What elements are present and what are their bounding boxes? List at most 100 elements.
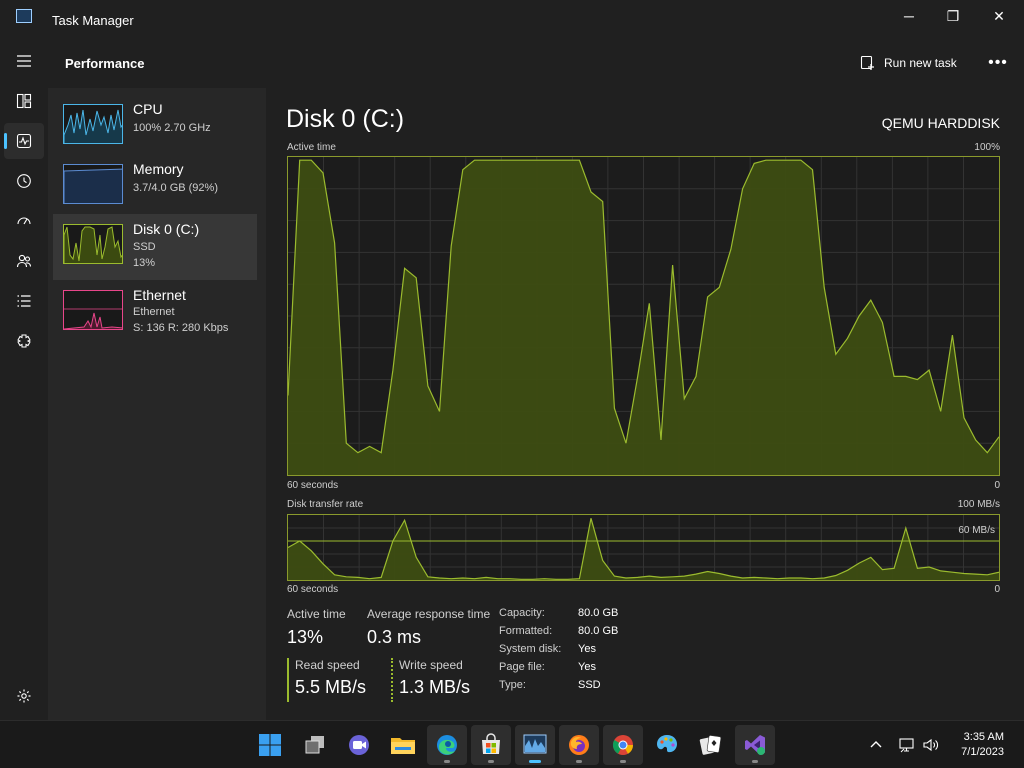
running-indicator xyxy=(576,760,582,763)
run-new-task-label: Run new task xyxy=(884,56,957,70)
disk-model: QEMU HARDDISK xyxy=(881,115,1000,131)
active-time-plot xyxy=(288,157,999,475)
cpu-thumbnail-graph xyxy=(63,104,123,144)
active-graph-x-right: 0 xyxy=(994,480,1000,491)
system-disk-value: Yes xyxy=(578,643,596,655)
memory-name: Memory xyxy=(133,161,184,177)
active-time-max-label: 100% xyxy=(974,142,1000,153)
read-speed-indicator xyxy=(287,658,289,702)
minimize-button[interactable]: ─ xyxy=(886,0,932,32)
resource-item-memory[interactable]: Memory 3.7/4.0 GB (92%) xyxy=(53,154,257,220)
formatted-value: 80.0 GB xyxy=(578,625,619,637)
visual-studio-icon[interactable] xyxy=(735,725,775,765)
users-icon[interactable] xyxy=(4,243,44,279)
active-time-graph-label: Active time xyxy=(287,142,336,153)
resource-list: CPU 100% 2.70 GHz Memory 3.7/4.0 GB (92%… xyxy=(48,88,266,720)
transfer-rate-graph-label: Disk transfer rate xyxy=(287,499,364,510)
active-graph-x-left: 60 seconds xyxy=(287,480,339,491)
close-button[interactable]: ✕ xyxy=(976,0,1022,32)
capacity-label: Capacity: xyxy=(499,607,545,619)
task-view-icon[interactable] xyxy=(295,725,335,765)
more-options-button[interactable]: ••• xyxy=(984,50,1012,76)
volume-icon[interactable] xyxy=(921,735,941,755)
performance-icon[interactable] xyxy=(4,123,44,159)
type-value: SSD xyxy=(578,679,601,691)
cpu-usage: 100% 2.70 GHz xyxy=(133,122,211,134)
task-manager-app-icon xyxy=(16,9,32,23)
app-history-icon[interactable] xyxy=(4,163,44,199)
chrome-icon[interactable] xyxy=(603,725,643,765)
transfer-graph-x-left: 60 seconds xyxy=(287,584,339,595)
chat-icon[interactable] xyxy=(339,725,379,765)
clock-date: 7/1/2023 xyxy=(961,746,1004,758)
firefox-icon[interactable] xyxy=(559,725,599,765)
run-new-task-button[interactable]: Run new task xyxy=(860,50,957,76)
system-disk-label: System disk: xyxy=(499,643,562,655)
title-bar: Task Manager ─ ❐ ✕ xyxy=(0,0,1024,38)
hamburger-menu-icon[interactable] xyxy=(4,43,44,79)
maximize-button[interactable]: ❐ xyxy=(930,0,976,32)
navigation-rail xyxy=(0,38,48,720)
taskbar: 3:35 AM 7/1/2023 xyxy=(0,720,1024,768)
system-clock[interactable]: 3:35 AM 7/1/2023 xyxy=(961,730,1004,760)
ethernet-name: Ethernet xyxy=(133,287,186,303)
memory-thumbnail-graph xyxy=(63,164,123,204)
clock-time: 3:35 AM xyxy=(963,731,1004,743)
disk-type: SSD xyxy=(133,241,156,253)
write-speed-label: Write speed xyxy=(399,658,463,672)
running-indicator xyxy=(752,760,758,763)
start-windows-icon[interactable] xyxy=(250,725,290,765)
disk-title: Disk 0 (C:) xyxy=(286,105,405,133)
task-manager-icon[interactable] xyxy=(515,725,555,765)
transfer-rate-graph: 60 MB/s xyxy=(287,514,1000,581)
page-title: Performance xyxy=(65,56,145,71)
memory-usage: 3.7/4.0 GB (92%) xyxy=(133,182,218,194)
microsoft-store-icon[interactable] xyxy=(471,725,511,765)
active-time-stat-value: 13% xyxy=(287,627,324,647)
running-indicator xyxy=(620,760,626,763)
window-title: Task Manager xyxy=(52,13,134,28)
transfer-graph-x-right: 0 xyxy=(994,584,1000,595)
cpu-name: CPU xyxy=(133,101,163,117)
solitaire-icon[interactable] xyxy=(691,725,731,765)
capacity-value: 80.0 GB xyxy=(578,607,619,619)
transfer-ref-label: 60 MB/s xyxy=(958,525,995,536)
resource-item-disk[interactable]: Disk 0 (C:) SSD 13% xyxy=(53,214,257,280)
formatted-label: Formatted: xyxy=(499,625,553,637)
active-time-stat-label: Active time xyxy=(287,607,346,621)
write-speed-indicator xyxy=(391,658,393,702)
settings-gear-icon[interactable] xyxy=(4,678,44,714)
active-time-graph xyxy=(287,156,1000,476)
running-indicator xyxy=(444,760,450,763)
active-indicator xyxy=(529,760,541,763)
network-icon[interactable] xyxy=(897,735,917,755)
transfer-rate-plot xyxy=(288,515,999,580)
page-file-value: Yes xyxy=(578,661,596,673)
startup-apps-icon[interactable] xyxy=(4,203,44,239)
disk-thumbnail-graph xyxy=(63,224,123,264)
avg-response-stat-label: Average response time xyxy=(367,607,491,621)
ethernet-adapter: Ethernet xyxy=(133,306,175,318)
details-icon[interactable] xyxy=(4,283,44,319)
services-icon[interactable] xyxy=(4,323,44,359)
read-speed-label: Read speed xyxy=(295,658,360,672)
resource-item-cpu[interactable]: CPU 100% 2.70 GHz xyxy=(53,94,257,160)
transfer-rate-max-label: 100 MB/s xyxy=(957,499,1000,510)
file-explorer-icon[interactable] xyxy=(383,725,423,765)
ethernet-thumbnail-graph xyxy=(63,290,123,330)
paint-icon[interactable] xyxy=(647,725,687,765)
type-label: Type: xyxy=(499,679,526,691)
disk-detail-panel: Disk 0 (C:) QEMU HARDDISK Active time 10… xyxy=(266,88,1024,720)
disk-name: Disk 0 (C:) xyxy=(133,221,200,237)
edge-browser-icon[interactable] xyxy=(427,725,467,765)
resource-item-ethernet[interactable]: Ethernet Ethernet S: 136 R: 280 Kbps xyxy=(53,280,257,346)
page-file-label: Page file: xyxy=(499,661,545,673)
avg-response-stat-value: 0.3 ms xyxy=(367,627,422,647)
read-speed-value: 5.5 MB/s xyxy=(295,677,367,697)
running-indicator xyxy=(488,760,494,763)
chevron-up-icon[interactable] xyxy=(866,735,886,755)
ethernet-throughput: S: 136 R: 280 Kbps xyxy=(133,322,229,334)
write-speed-value: 1.3 MB/s xyxy=(399,677,471,697)
disk-usage: 13% xyxy=(133,257,156,269)
processes-icon[interactable] xyxy=(4,83,44,119)
